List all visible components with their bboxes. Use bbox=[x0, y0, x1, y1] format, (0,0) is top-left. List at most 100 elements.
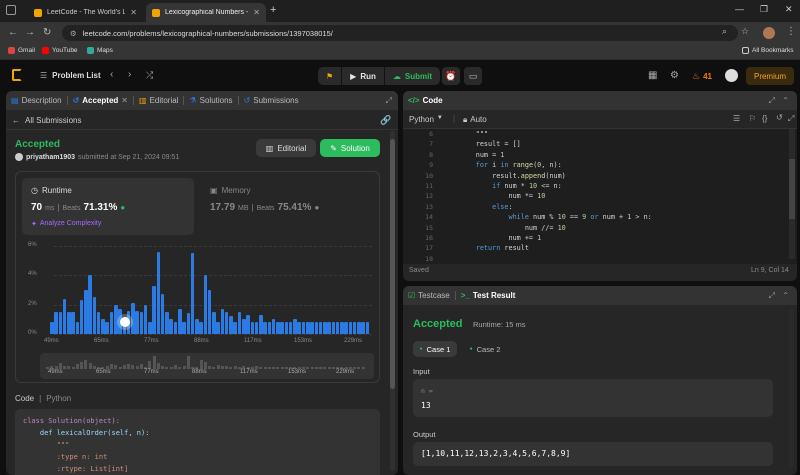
submit-button[interactable]: ☁ Submit bbox=[385, 67, 440, 85]
tab-accepted[interactable]: ↺ Accepted ✕ bbox=[68, 96, 133, 105]
chart-bar[interactable] bbox=[365, 322, 370, 334]
chart-bar[interactable] bbox=[54, 312, 58, 334]
code-line[interactable]: result.append(num) bbox=[443, 172, 566, 180]
fullscreen-icon[interactable]: ⤢ bbox=[788, 114, 794, 124]
chart-bar[interactable] bbox=[165, 312, 169, 334]
chart-bar[interactable] bbox=[186, 313, 191, 334]
chart-bar[interactable] bbox=[344, 322, 348, 334]
code-line[interactable]: result = [] bbox=[443, 140, 521, 148]
code-line[interactable]: else: bbox=[443, 203, 512, 211]
chart-bar[interactable] bbox=[173, 322, 178, 334]
editorial-button[interactable]: ▥ Editorial bbox=[256, 139, 316, 157]
chart-bar[interactable] bbox=[109, 312, 114, 334]
maximize-icon[interactable]: ⤢ bbox=[769, 96, 775, 106]
minimize-icon[interactable]: — bbox=[735, 4, 744, 14]
chart-bar[interactable] bbox=[276, 322, 280, 334]
chart-bar[interactable] bbox=[101, 319, 105, 334]
shuffle-icon[interactable]: ⤮ bbox=[146, 70, 153, 81]
reset-icon[interactable]: ↺ bbox=[776, 113, 783, 122]
chart-bar[interactable] bbox=[293, 319, 297, 334]
code-line[interactable]: num *= 10 bbox=[443, 192, 545, 200]
chart-bar[interactable] bbox=[92, 297, 97, 334]
chart-bar[interactable] bbox=[254, 322, 259, 334]
chart-bar[interactable] bbox=[160, 294, 165, 334]
chart-bar[interactable] bbox=[263, 322, 267, 334]
chart-bar[interactable] bbox=[88, 275, 92, 334]
chart-bar[interactable] bbox=[62, 298, 67, 334]
chart-bar[interactable] bbox=[139, 312, 144, 334]
chart-bar[interactable] bbox=[96, 312, 101, 334]
chart-bar[interactable] bbox=[178, 309, 182, 334]
close-icon[interactable]: ✕ bbox=[121, 96, 128, 105]
chart-bar[interactable] bbox=[246, 314, 250, 334]
bookmark-youtube[interactable]: YouTube bbox=[42, 47, 78, 54]
chart-bar[interactable] bbox=[148, 322, 152, 334]
chart-bar[interactable] bbox=[224, 312, 229, 334]
chart-bar[interactable] bbox=[203, 275, 208, 334]
runtime-range-slider[interactable]: 49ms 65ms 77ms 88ms 117ms 153ms 229ms bbox=[40, 353, 374, 379]
chart-bar[interactable] bbox=[79, 300, 84, 334]
chart-bar[interactable] bbox=[242, 319, 246, 334]
code-line[interactable]: num = 1 bbox=[443, 151, 505, 159]
chart-bar[interactable] bbox=[297, 322, 301, 334]
layout-icon[interactable]: ▦ bbox=[648, 70, 657, 81]
analyze-complexity-link[interactable]: ✦ Analyze Complexity bbox=[31, 220, 101, 228]
tab-test-result[interactable]: >_ Test Result bbox=[456, 291, 521, 300]
run-button[interactable]: ▶ Run bbox=[342, 67, 385, 85]
chart-bar[interactable] bbox=[310, 322, 314, 334]
notes-button[interactable]: ▭ bbox=[464, 67, 482, 85]
tab-editorial[interactable]: ▥ Editorial bbox=[134, 96, 183, 105]
chart-bar[interactable] bbox=[195, 319, 199, 334]
chart-bar[interactable] bbox=[267, 322, 272, 334]
chart-bar[interactable] bbox=[67, 312, 71, 334]
chart-bar[interactable] bbox=[75, 322, 80, 334]
profile-avatar[interactable] bbox=[763, 27, 775, 39]
chart-bar[interactable] bbox=[84, 290, 88, 334]
solution-button[interactable]: ✎ Solution bbox=[320, 139, 380, 157]
chart-bar[interactable] bbox=[331, 322, 336, 334]
chart-bar[interactable] bbox=[301, 322, 306, 334]
close-icon[interactable]: ✕ bbox=[130, 8, 137, 17]
chart-bar[interactable] bbox=[58, 312, 63, 334]
prev-problem-icon[interactable]: ‹ bbox=[110, 69, 113, 80]
chart-bar[interactable] bbox=[361, 322, 365, 334]
memory-box[interactable]: ▣ Memory 17.79 MB | Beats 75.41% ● bbox=[202, 178, 374, 235]
chart-bar[interactable] bbox=[348, 322, 353, 334]
chart-bar[interactable] bbox=[143, 304, 148, 334]
tab-description[interactable]: ▤ Description bbox=[6, 96, 67, 105]
chart-bar[interactable] bbox=[216, 322, 220, 334]
settings-gear-icon[interactable]: ⚙ bbox=[670, 70, 679, 81]
chart-bar[interactable] bbox=[190, 253, 195, 334]
runtime-box[interactable]: ◷ Runtime 70 ms | Beats 71.31% ● ✦ Analyze… bbox=[22, 178, 194, 235]
your-submission-marker[interactable] bbox=[119, 317, 130, 328]
chart-bar[interactable] bbox=[233, 322, 237, 334]
chart-bar[interactable] bbox=[340, 322, 344, 334]
streak-counter[interactable]: ♨ 41 bbox=[692, 71, 712, 82]
case-1-tab[interactable]: ● Case 1 bbox=[413, 341, 457, 357]
leetcode-logo-icon[interactable] bbox=[12, 69, 22, 81]
braces-icon[interactable]: {} bbox=[762, 114, 767, 123]
chart-bar[interactable] bbox=[352, 322, 357, 334]
maximize-icon[interactable]: ⤢ bbox=[769, 291, 775, 301]
browser-tab-lexicographical[interactable]: Lexicographical Numbers - Leet ✕ bbox=[146, 3, 266, 22]
chart-bar[interactable] bbox=[284, 322, 289, 334]
chart-bar[interactable] bbox=[50, 322, 54, 334]
chart-bar[interactable] bbox=[323, 322, 327, 334]
code-line[interactable]: num //= 10 bbox=[443, 224, 566, 232]
chart-bar[interactable] bbox=[212, 312, 216, 334]
scrollbar[interactable] bbox=[390, 131, 395, 471]
close-icon[interactable]: ✕ bbox=[253, 8, 260, 17]
chart-bar[interactable] bbox=[199, 322, 203, 334]
language-select[interactable]: Python ▼ bbox=[409, 115, 443, 124]
back-arrow-icon[interactable]: ← bbox=[8, 27, 18, 38]
chart-bar[interactable] bbox=[250, 322, 255, 334]
menu-dots-icon[interactable]: ⋮ bbox=[786, 26, 796, 37]
format-icon[interactable]: ☰ bbox=[733, 114, 740, 123]
scrollbar-thumb[interactable] bbox=[789, 159, 795, 219]
chart-bar[interactable] bbox=[152, 285, 156, 334]
expand-icon[interactable]: ⤢ bbox=[386, 96, 392, 106]
browser-tab-leetcode[interactable]: LeetCode - The World's Leadin ✕ bbox=[28, 3, 143, 22]
reload-icon[interactable]: ↻ bbox=[43, 27, 51, 38]
code-line[interactable]: for i in range(0, n): bbox=[443, 161, 562, 169]
problem-list-button[interactable]: ☰ Problem List bbox=[40, 71, 101, 80]
